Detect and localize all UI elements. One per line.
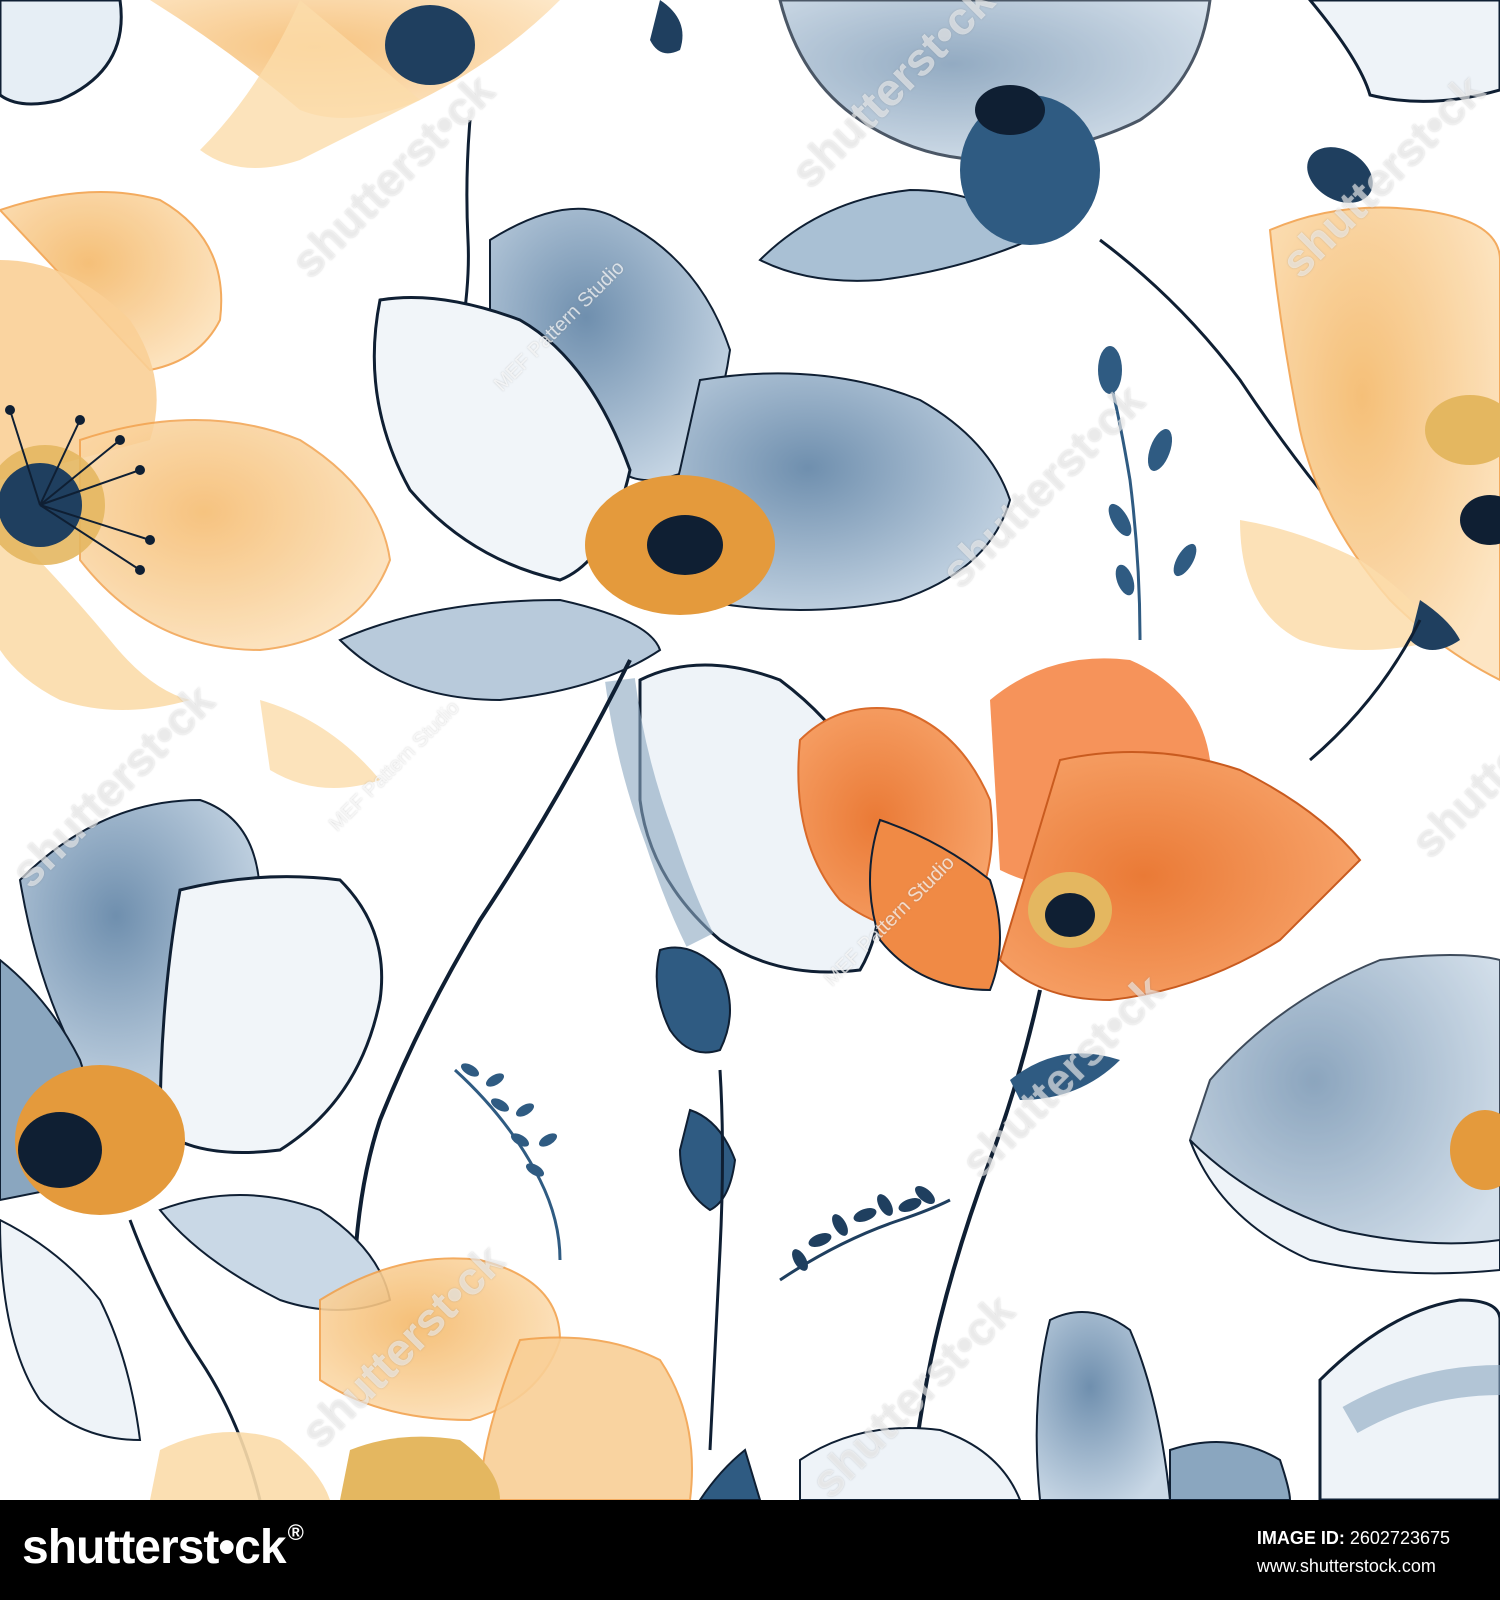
image-id-label: IMAGE ID: (1256, 1528, 1345, 1548)
page: shutterst•ck shutterst•ck shutterst•ck s… (0, 0, 1500, 1600)
petals-bottom-center (799, 1311, 1292, 1500)
flower-bottom-left-blue (0, 798, 392, 1500)
flower-left-peach (0, 191, 392, 788)
fern-sprig-left (453, 1063, 562, 1261)
flower-bottom-peach (150, 1257, 693, 1500)
navy-sprig-center-right (1098, 346, 1197, 641)
floral-pattern-image: shutterst•ck shutterst•ck shutterst•ck s… (0, 0, 1500, 1500)
site-url[interactable]: www.shutterstock.com (1257, 1552, 1450, 1580)
image-id-value: 2602723675 (1349, 1528, 1450, 1548)
image-id-line: IMAGE ID: 2602723675 (1257, 1524, 1450, 1552)
registered-mark: ® (287, 1520, 304, 1545)
footer-bar: shutterst•ck® IMAGE ID: 2602723675 www.s… (0, 1500, 1500, 1600)
brand-logo[interactable]: shutterst•ck® (22, 1520, 304, 1575)
fern-sprig-right (779, 1186, 951, 1282)
brand-name: shutterst•ck (22, 1521, 287, 1574)
image-meta: IMAGE ID: 2602723675 www.shutterstock.co… (1257, 1524, 1450, 1580)
flower-bottom-right-blue (1188, 954, 1500, 1500)
flower-top-left-edge (0, 0, 123, 106)
flower-right-peach (1240, 206, 1500, 762)
floral-illustration (0, 0, 1500, 1500)
